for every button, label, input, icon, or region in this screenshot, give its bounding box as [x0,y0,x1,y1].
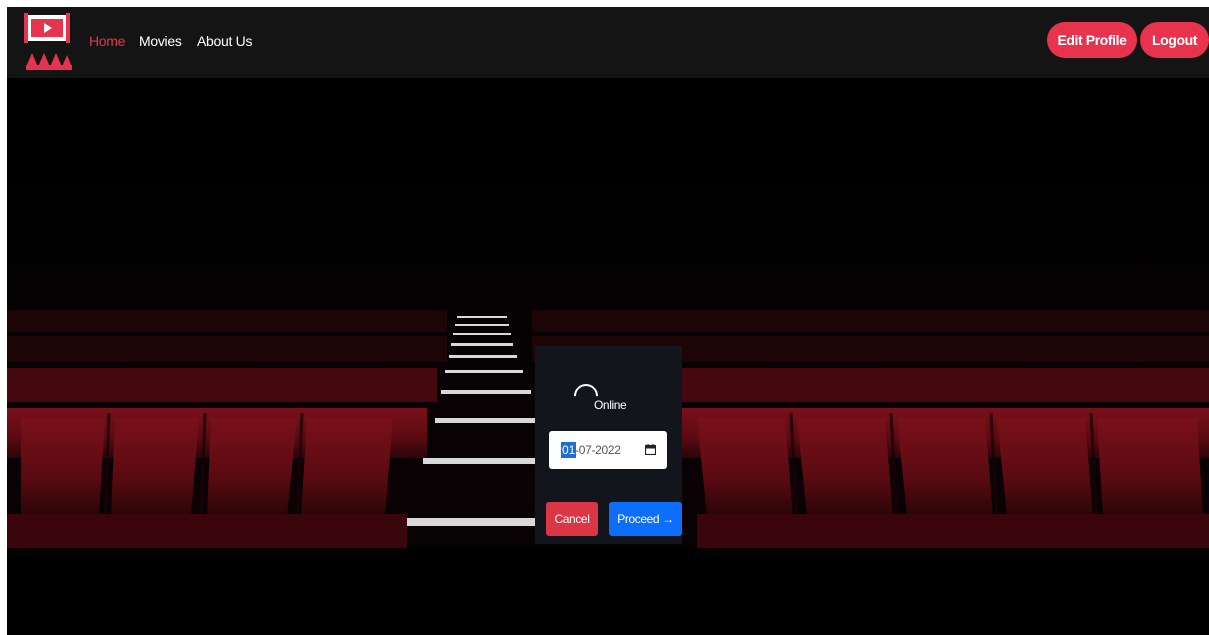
date-input[interactable]: 01 -07-2022 [549,431,667,469]
edit-profile-button[interactable]: Edit Profile [1047,22,1137,58]
cinema-logo-icon[interactable] [24,13,72,71]
calendar-icon[interactable] [645,444,656,455]
proceed-button[interactable]: Proceed → [609,502,682,536]
app-frame: Home Movies About Us Edit Profile Logout [7,7,1209,635]
nav-home-link[interactable]: Home [89,33,125,49]
booking-modal: Online 01 -07-2022 Cancel Proceed → [535,346,682,544]
logout-button[interactable]: Logout [1140,22,1209,58]
status-label: Online [594,398,627,412]
cancel-button[interactable]: Cancel [546,502,598,536]
nav-movies-link[interactable]: Movies [139,33,182,49]
navbar: Home Movies About Us Edit Profile Logout [7,7,1209,78]
date-rest-segment[interactable]: -07-2022 [575,442,621,458]
nav-about-link[interactable]: About Us [197,33,252,49]
